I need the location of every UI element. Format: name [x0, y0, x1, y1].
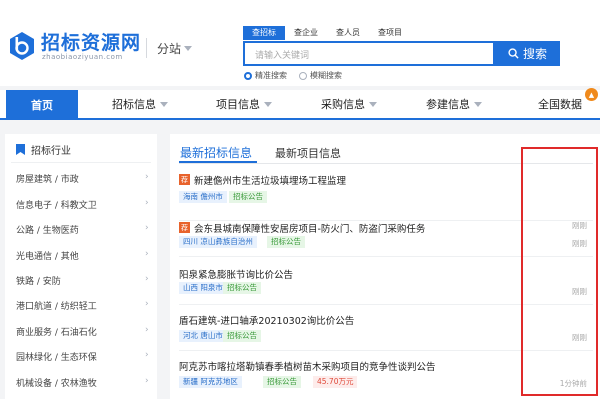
search-box: [243, 41, 495, 67]
sidebar-item-category[interactable]: 港口航道 / 纺织轻工: [16, 299, 97, 312]
nav-item-tender[interactable]: 招标信息: [112, 90, 168, 118]
header-divider: [146, 38, 147, 58]
type-tag: 招标公告: [223, 330, 261, 342]
region-tag[interactable]: 新疆 阿克苏地区: [179, 376, 242, 388]
chevron-right-icon: ›: [145, 172, 149, 182]
sidebar-item-category[interactable]: 机械设备 / 农林渔牧: [16, 376, 97, 389]
nav-item-label: 采购信息: [321, 98, 365, 111]
chevron-down-icon: [264, 101, 272, 107]
divider: [179, 163, 593, 164]
sidebar-item-category[interactable]: 光电通信 / 其他: [16, 249, 79, 262]
site-header: 招标资源网 zhaobiaoziyuan.com 分站 查招标 查企业 查人员 …: [0, 0, 600, 86]
search-tab-project[interactable]: 查项目: [369, 26, 411, 40]
chevron-right-icon: ›: [145, 249, 149, 259]
main-nav: 首页 招标信息 项目信息 采购信息 参建信息 全国数据: [0, 90, 600, 120]
chevron-right-icon: ›: [145, 299, 149, 309]
chevron-down-icon: [369, 101, 377, 107]
sidebar-item-category[interactable]: 房屋建筑 / 市政: [16, 172, 79, 185]
active-tab-indicator: [179, 161, 257, 163]
divider: [11, 162, 151, 163]
radio-exact-search[interactable]: 精准搜索: [244, 70, 287, 81]
search-tabs: 查招标 查企业 查人员 查项目: [243, 26, 411, 41]
amount-tag: 45.70万元: [313, 376, 358, 388]
substation-label: 分站: [157, 42, 182, 56]
item-title[interactable]: 盾石建筑-进口轴承20210302询比价公告: [179, 313, 354, 327]
tab-latest-projects[interactable]: 最新项目信息: [275, 145, 341, 161]
item-title[interactable]: 新建儋州市生活垃圾填埋场工程监理: [194, 173, 346, 187]
type-tag: 招标公告: [267, 236, 305, 248]
nav-item-label: 参建信息: [426, 98, 470, 111]
chevron-right-icon: ›: [145, 376, 149, 386]
type-tag: 招标公告: [263, 376, 301, 388]
bookmark-icon: [16, 144, 25, 155]
item-title[interactable]: 阳泉紧急膨胀节询比价公告: [179, 267, 293, 281]
item-time: 刚刚: [572, 333, 587, 342]
nav-item-label: 首页: [31, 99, 53, 112]
chevron-right-icon: ›: [145, 274, 149, 284]
region-tag[interactable]: 山西 阳泉市: [179, 282, 227, 294]
substation-selector[interactable]: 分站: [157, 40, 193, 57]
item-title[interactable]: 阿克苏市喀拉塔勒镇春季植树苗木采购项目的竞争性谈判公告: [179, 359, 436, 373]
b-logo-icon: [10, 32, 34, 60]
search-input[interactable]: [245, 45, 493, 67]
sidebar-item-category[interactable]: 园林绿化 / 生态环保: [16, 350, 97, 363]
radio-selected-icon: [244, 71, 252, 80]
nav-item-national-data[interactable]: 全国数据: [538, 90, 582, 118]
item-title[interactable]: 会东县城南保障性安居房项目-防火门、防盗门采购任务: [194, 221, 425, 235]
chevron-down-icon: [160, 101, 168, 107]
search-mode-options: 精准搜索 模糊搜索: [244, 70, 342, 81]
item-time: 刚刚: [572, 287, 587, 296]
nav-item-label: 招标信息: [112, 98, 156, 111]
radio-fuzzy-search[interactable]: 模糊搜索: [299, 70, 342, 81]
logo-title: 招标资源网: [41, 32, 142, 54]
search-icon: [508, 48, 519, 59]
chevron-right-icon: ›: [145, 350, 149, 360]
region-tag[interactable]: 四川 凉山彝族自治州: [179, 236, 257, 248]
divider: [179, 256, 593, 257]
radio-fuzzy-label: 模糊搜索: [310, 71, 342, 80]
item-time: 刚刚: [572, 239, 587, 248]
tab-latest-tenders[interactable]: 最新招标信息: [180, 144, 252, 161]
logo-domain: zhaobiaoziyuan.com: [42, 53, 123, 61]
type-tag: 招标公告: [223, 282, 261, 294]
chevron-down-icon: [474, 101, 482, 107]
radio-exact-label: 精准搜索: [255, 71, 287, 80]
radio-unselected-icon: [299, 71, 307, 80]
search-tab-tender[interactable]: 查招标: [243, 26, 285, 40]
tender-list-panel: 最新招标信息 最新项目信息 荐 新建儋州市生活垃圾填埋场工程监理 海南 儋州市 …: [170, 134, 600, 399]
industry-sidebar: 招标行业 房屋建筑 / 市政 › 信息电子 / 科教文卫 › 公路 / 生物医药…: [5, 134, 157, 399]
region-tag[interactable]: 海南 儋州市: [179, 191, 227, 203]
sidebar-item-category[interactable]: 铁路 / 安防: [16, 274, 61, 287]
site-logo[interactable]: 招标资源网 zhaobiaoziyuan.com: [8, 28, 140, 68]
nav-item-home[interactable]: 首页: [6, 90, 78, 120]
sidebar-item-category[interactable]: 信息电子 / 科教文卫: [16, 198, 97, 211]
type-tag: 招标公告: [229, 191, 267, 203]
sidebar-header: 招标行业: [16, 142, 71, 157]
page: 招标资源网 zhaobiaoziyuan.com 分站 查招标 查企业 查人员 …: [0, 0, 600, 399]
chevron-down-icon: [184, 46, 193, 51]
item-time: 1分钟前: [559, 379, 587, 388]
recommend-badge: 荐: [179, 222, 190, 233]
divider: [179, 304, 593, 305]
search-tab-company[interactable]: 查企业: [285, 26, 327, 40]
nav-item-procurement[interactable]: 采购信息: [321, 90, 377, 118]
nav-item-label: 项目信息: [216, 98, 260, 111]
recommend-badge: 荐: [179, 174, 190, 185]
chevron-right-icon: ›: [145, 223, 149, 233]
search-tab-person[interactable]: 查人员: [327, 26, 369, 40]
nav-item-construction[interactable]: 参建信息: [426, 90, 482, 118]
sidebar-title: 招标行业: [31, 146, 71, 157]
nav-item-project[interactable]: 项目信息: [216, 90, 272, 118]
region-tag[interactable]: 河北 唐山市: [179, 330, 227, 342]
chevron-right-icon: ›: [145, 325, 149, 335]
divider: [179, 350, 593, 351]
item-time: 刚刚: [572, 221, 587, 230]
sidebar-item-category[interactable]: 商业服务 / 石油石化: [16, 325, 97, 338]
nav-item-label: 全国数据: [538, 98, 582, 111]
fire-icon: ▲: [585, 88, 598, 101]
search-button-label: 搜索: [522, 47, 547, 61]
search-button[interactable]: 搜索: [495, 41, 560, 66]
chevron-right-icon: ›: [145, 198, 149, 208]
sidebar-item-category[interactable]: 公路 / 生物医药: [16, 223, 79, 236]
